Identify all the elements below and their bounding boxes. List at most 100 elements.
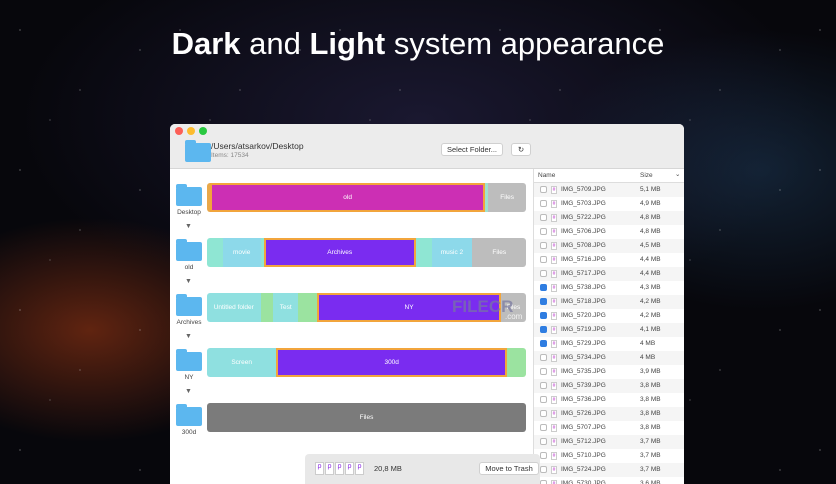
table-row[interactable]: # IMG_5719.JPG 4,1 MB (534, 323, 684, 337)
table-row[interactable]: # IMG_5718.JPG 4,2 MB (534, 295, 684, 309)
move-to-trash-button[interactable]: Move to Trash (479, 462, 539, 475)
row-checkbox[interactable] (540, 242, 547, 249)
zoom-button[interactable] (199, 127, 207, 135)
row-checkbox[interactable] (540, 452, 547, 459)
bar-segment[interactable]: Test (273, 293, 299, 322)
row-checkbox[interactable] (540, 410, 547, 417)
bar-segment[interactable]: 300d (276, 348, 508, 377)
selected-file-thumbnail-icon: ρ (355, 462, 364, 475)
file-size: 4,2 MB (640, 312, 661, 319)
table-row[interactable]: # IMG_5738.JPG 4,3 MB (534, 281, 684, 295)
table-row[interactable]: # IMG_5709.JPG 5,1 MB (534, 183, 684, 197)
minimize-button[interactable] (187, 127, 195, 135)
row-checkbox[interactable] (540, 298, 547, 305)
image-file-icon: # (551, 270, 557, 278)
folder-icon[interactable] (176, 239, 202, 261)
table-row[interactable]: # IMG_5726.JPG 3,8 MB (534, 407, 684, 421)
file-name: IMG_5712.JPG (561, 438, 606, 445)
bar-segment[interactable]: old (210, 183, 486, 212)
file-size: 3,8 MB (640, 424, 661, 431)
item-count: Items: 17534 (211, 152, 249, 159)
folder-icon[interactable] (176, 184, 202, 206)
file-size: 3,8 MB (640, 396, 661, 403)
file-size: 3,7 MB (640, 438, 661, 445)
table-row[interactable]: # IMG_5716.JPG 4,4 MB (534, 253, 684, 267)
select-folder-button[interactable]: Select Folder... (441, 143, 503, 156)
table-row[interactable]: # IMG_5729.JPG 4 MB (534, 337, 684, 351)
file-name: IMG_5734.JPG (561, 354, 606, 361)
bar-segment[interactable]: Files (207, 403, 526, 432)
bar-segment[interactable] (415, 238, 432, 267)
row-checkbox[interactable] (540, 228, 547, 235)
table-row[interactable]: # IMG_5703.JPG 4,9 MB (534, 197, 684, 211)
folder-label: old (184, 264, 194, 271)
bar-segment[interactable] (507, 348, 526, 377)
column-size[interactable]: Size (640, 172, 653, 179)
column-name[interactable]: Name (538, 172, 555, 179)
folder-icon[interactable] (176, 349, 202, 371)
selected-file-thumbnail-icon: ρ (325, 462, 334, 475)
table-row[interactable]: # IMG_5735.JPG 3,9 MB (534, 365, 684, 379)
sort-chevron-icon[interactable]: ⌄ (675, 170, 680, 178)
refresh-icon[interactable]: ↻ (511, 143, 531, 156)
row-checkbox[interactable] (540, 354, 547, 361)
table-row[interactable]: # IMG_5736.JPG 3,8 MB (534, 393, 684, 407)
bar-segment[interactable] (207, 238, 223, 267)
row-checkbox[interactable] (540, 256, 547, 263)
table-row[interactable]: # IMG_5724.JPG 3,7 MB (534, 463, 684, 477)
close-button[interactable] (175, 127, 183, 135)
table-row[interactable]: # IMG_5710.JPG 3,7 MB (534, 449, 684, 463)
file-name: IMG_5708.JPG (561, 242, 606, 249)
folder-icon[interactable] (176, 404, 202, 426)
image-file-icon: # (551, 200, 557, 208)
table-row[interactable]: # IMG_5730.JPG 3,6 MB (534, 477, 684, 484)
folder-icon[interactable] (176, 294, 202, 316)
table-row[interactable]: # IMG_5712.JPG 3,7 MB (534, 435, 684, 449)
bar-segment[interactable]: Files (488, 183, 526, 212)
bar-segment[interactable]: movie (222, 238, 261, 267)
bar-segment[interactable]: Untitled folder (207, 293, 261, 322)
table-row[interactable]: # IMG_5717.JPG 4,4 MB (534, 267, 684, 281)
table-row[interactable]: # IMG_5706.JPG 4,8 MB (534, 225, 684, 239)
table-row[interactable]: # IMG_5722.JPG 4,8 MB (534, 211, 684, 225)
row-checkbox[interactable] (540, 270, 547, 277)
row-checkbox[interactable] (540, 186, 547, 193)
file-name: IMG_5739.JPG (561, 382, 606, 389)
file-name: IMG_5719.JPG (561, 326, 606, 333)
file-size: 3,7 MB (640, 466, 661, 473)
bar-segment[interactable]: Screen (207, 348, 277, 377)
bar-segment[interactable]: Archives (263, 238, 416, 267)
file-name: IMG_5722.JPG (561, 214, 606, 221)
table-row[interactable]: # IMG_5734.JPG 4 MB (534, 351, 684, 365)
row-checkbox[interactable] (540, 340, 547, 347)
row-checkbox[interactable] (540, 466, 547, 473)
table-row[interactable]: # IMG_5708.JPG 4,5 MB (534, 239, 684, 253)
file-size: 4,2 MB (640, 298, 661, 305)
row-checkbox[interactable] (540, 312, 547, 319)
image-file-icon: # (551, 382, 557, 390)
row-checkbox[interactable] (540, 326, 547, 333)
down-arrow-icon: ▼ (185, 223, 192, 230)
row-checkbox[interactable] (540, 438, 547, 445)
selected-size: 20,8 MB (374, 464, 402, 473)
row-checkbox[interactable] (540, 424, 547, 431)
table-row[interactable]: # IMG_5720.JPG 4,2 MB (534, 309, 684, 323)
bar-segment[interactable]: music 2 (431, 238, 473, 267)
bar-segment[interactable] (298, 293, 318, 322)
row-checkbox[interactable] (540, 214, 547, 221)
down-arrow-icon: ▼ (185, 388, 192, 395)
bar-segment[interactable] (260, 293, 274, 322)
table-row[interactable]: # IMG_5707.JPG 3,8 MB (534, 421, 684, 435)
table-row[interactable]: # IMG_5739.JPG 3,8 MB (534, 379, 684, 393)
row-checkbox[interactable] (540, 284, 547, 291)
bar-segment[interactable]: Files (472, 238, 526, 267)
row-checkbox[interactable] (540, 200, 547, 207)
row-checkbox[interactable] (540, 368, 547, 375)
file-name: IMG_5720.JPG (561, 312, 606, 319)
row-checkbox[interactable] (540, 480, 547, 484)
size-bar: old Files (207, 183, 526, 212)
file-name: IMG_5703.JPG (561, 200, 606, 207)
row-checkbox[interactable] (540, 396, 547, 403)
selected-file-thumbnail-icon: ρ (335, 462, 344, 475)
row-checkbox[interactable] (540, 382, 547, 389)
